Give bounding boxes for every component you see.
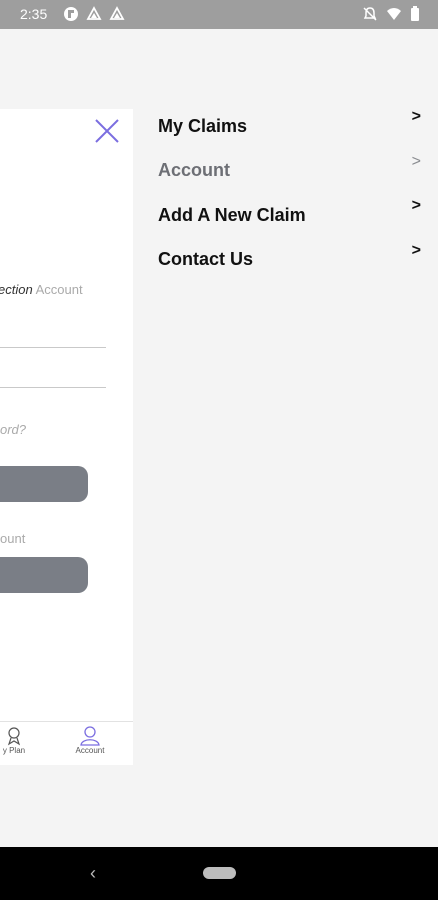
account-text: Account (35, 282, 83, 297)
drive-icon (109, 6, 125, 20)
battery-icon (411, 6, 419, 21)
tab-account[interactable]: Account (68, 726, 112, 755)
chevron-right-icon: > (411, 152, 421, 170)
connection-account-text: ection Account (0, 282, 83, 297)
drive-icon (86, 6, 102, 20)
menu-item-add-claim[interactable]: Add A New Claim > (158, 193, 426, 238)
tab-label: Account (75, 746, 105, 755)
back-icon[interactable]: ‹ (90, 863, 96, 884)
plan-icon (7, 727, 21, 746)
chevron-right-icon: > (411, 108, 421, 125)
notifications-off-icon (363, 7, 377, 21)
menu-item-my-claims[interactable]: My Claims > (158, 104, 426, 149)
menu-item-label: Add A New Claim (158, 204, 306, 225)
menu-item-contact-us[interactable]: Contact Us > (158, 238, 426, 283)
chevron-right-icon: > (411, 241, 421, 259)
chevron-right-icon: > (411, 197, 421, 214)
menu-item-label: Account (158, 160, 230, 181)
input-underline[interactable] (0, 387, 106, 388)
side-menu: My Claims > Account > Add A New Claim > … (158, 104, 426, 282)
flipboard-icon (64, 7, 78, 21)
home-pill[interactable] (203, 867, 236, 879)
status-bar: 2:35 (0, 0, 438, 29)
create-account-text: ount (0, 531, 26, 546)
status-time: 2:35 (20, 6, 48, 22)
wifi-icon (387, 8, 401, 20)
close-icon[interactable] (94, 118, 120, 144)
underlying-screen[interactable]: ection Account ord? ount y Plan Account (0, 109, 133, 765)
menu-item-label: Contact Us (158, 249, 254, 270)
account-icon (80, 726, 100, 746)
menu-item-account[interactable]: Account > (158, 149, 426, 194)
menu-item-label: My Claims (158, 115, 248, 136)
tab-label: y Plan (2, 746, 26, 755)
login-button[interactable] (0, 466, 88, 502)
input-underline[interactable] (0, 347, 106, 348)
create-account-button[interactable] (0, 557, 88, 593)
connection-text: ection (0, 282, 33, 297)
forgot-password-link[interactable]: ord? (0, 422, 26, 437)
tab-my-plan[interactable]: y Plan (0, 726, 32, 755)
